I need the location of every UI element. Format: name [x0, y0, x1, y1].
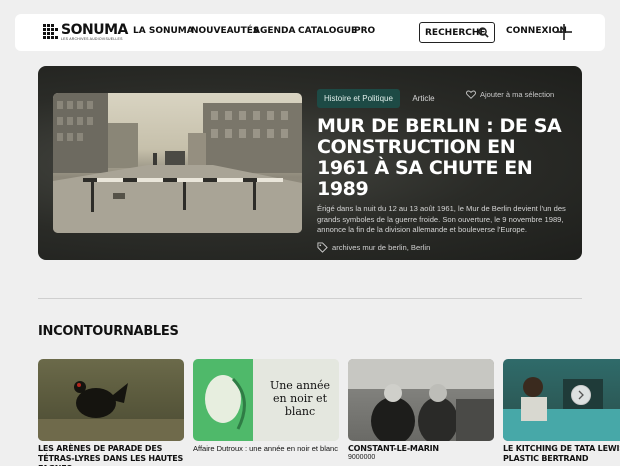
logo-subtitle: LES ARCHIVES AUDIOVISUELLES: [61, 37, 123, 41]
logo-grid-icon: [43, 23, 59, 42]
berlin-wall-photo: [53, 93, 302, 233]
nav-catalogue[interactable]: CATALOGUE: [298, 26, 357, 36]
hero-content: Histoire et Politique Article Ajouter à …: [317, 88, 572, 253]
featured-article[interactable]: Histoire et Politique Article Ajouter à …: [38, 66, 582, 260]
logo-name: SONUMA: [61, 22, 128, 38]
card-title[interactable]: LES ARÈNES DE PARADE DES TÉTRAS-LYRES DA…: [38, 444, 184, 466]
card-title[interactable]: CONSTANT-LE-MARIN: [348, 444, 494, 454]
card-item[interactable]: LES ARÈNES DE PARADE DES TÉTRAS-LYRES DA…: [38, 359, 184, 466]
nav-la-sonuma[interactable]: LA SONUMA: [133, 26, 194, 36]
add-selection-label: Ajouter à ma sélection: [480, 90, 555, 99]
search-label: RECHERCHE: [425, 27, 486, 38]
site-header: SONUMA LES ARCHIVES AUDIOVISUELLES LA SO…: [15, 14, 605, 51]
hero-description: Érigé dans la nuit du 12 au 13 août 1961…: [317, 204, 566, 235]
section-title: INCONTOURNABLES: [38, 324, 179, 339]
card-image: [503, 359, 620, 441]
heart-icon: [466, 90, 476, 99]
card-carousel: LES ARÈNES DE PARADE DES TÉTRAS-LYRES DA…: [38, 359, 620, 466]
nav-nouveautes[interactable]: NOUVEAUTÉS: [191, 26, 259, 36]
hero-title[interactable]: MUR DE BERLIN : DE SA CONSTRUCTION EN 19…: [317, 116, 572, 200]
chevron-right-icon: [578, 390, 584, 400]
add-to-selection[interactable]: Ajouter à ma sélection: [466, 90, 554, 99]
content-type: Article: [412, 94, 435, 103]
card-image: [348, 359, 494, 441]
card-image: Une année en noir et blanc: [193, 359, 339, 441]
carousel-next-button[interactable]: [571, 385, 591, 405]
search-button[interactable]: RECHERCHE: [419, 22, 495, 43]
tag-icon: [317, 242, 328, 253]
card-item[interactable]: Une année en noir et blanc Affaire Dutro…: [193, 359, 339, 454]
category-tag[interactable]: Histoire et Politique: [317, 89, 400, 108]
sonuma-logo[interactable]: SONUMA LES ARCHIVES AUDIOVISUELLES: [43, 23, 128, 42]
card-image: [38, 359, 184, 441]
card-subtitle: 9000000: [348, 454, 376, 461]
hero-tags: archives mur de berlin, Berlin: [317, 242, 572, 253]
plus-icon[interactable]: [555, 23, 573, 41]
card-item[interactable]: CONSTANT-LE-MARIN 9000000: [348, 359, 494, 461]
nav-pro[interactable]: PRO: [354, 26, 375, 36]
search-icon: [478, 27, 489, 38]
card-title[interactable]: Affaire Dutroux : une année en noir et b…: [193, 444, 339, 454]
hero-tags-text[interactable]: archives mur de berlin, Berlin: [332, 243, 430, 252]
nav-agenda[interactable]: AGENDA: [253, 26, 295, 36]
section-divider: [38, 298, 582, 299]
card-image-caption: Une année en noir et blanc: [269, 379, 331, 418]
card-item[interactable]: LE KITCHING DE TATA LEWIS, PLASTIC BERTR…: [503, 359, 620, 464]
card-title[interactable]: LE KITCHING DE TATA LEWIS, PLASTIC BERTR…: [503, 444, 620, 464]
